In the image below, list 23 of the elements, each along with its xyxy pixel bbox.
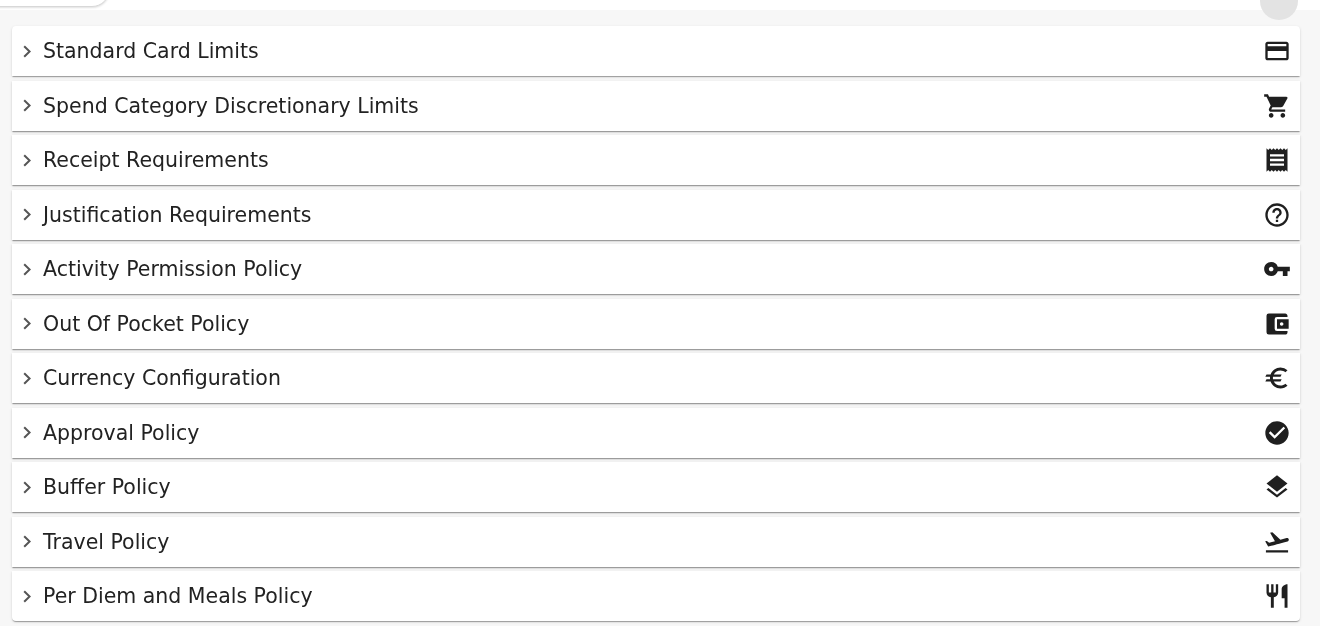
accordion-header[interactable]: Buffer Policy bbox=[12, 462, 1300, 512]
section-title: Buffer Policy bbox=[43, 475, 172, 499]
section-title: Spend Category Discretionary Limits bbox=[43, 93, 420, 118]
accordion-header[interactable]: Travel Policy bbox=[12, 516, 1300, 567]
section-title: Currency Configuration bbox=[43, 366, 282, 390]
section-title: Approval Policy bbox=[43, 420, 201, 445]
accordion-header[interactable]: Activity Permission Policy bbox=[12, 244, 1300, 294]
section-title: Activity Permission Policy bbox=[43, 257, 304, 281]
section-title: Justification Requirements bbox=[43, 202, 313, 227]
accordion-header[interactable]: Approval Policy bbox=[12, 407, 1300, 458]
accordion-header[interactable]: Standard Card Limits bbox=[12, 26, 1300, 76]
accordion-header[interactable]: Currency Configuration bbox=[12, 353, 1300, 403]
accordion-header[interactable]: Receipt Requirements bbox=[12, 135, 1300, 185]
section-title: Receipt Requirements bbox=[43, 148, 270, 172]
section-title: Out Of Pocket Policy bbox=[43, 311, 251, 336]
help-icon bbox=[1263, 200, 1291, 229]
accordion-header[interactable]: Per Diem and Meals Policy bbox=[12, 571, 1300, 621]
section-title: Per Diem and Meals Policy bbox=[43, 584, 314, 608]
section-title: Standard Card Limits bbox=[43, 39, 260, 63]
section-title: Travel Policy bbox=[43, 529, 171, 554]
accordion-header[interactable]: Spend Category Discretionary Limits bbox=[12, 80, 1300, 131]
accordion-header[interactable]: Justification Requirements bbox=[12, 189, 1300, 240]
accordion-header[interactable]: Out Of Pocket Policy bbox=[12, 298, 1300, 349]
